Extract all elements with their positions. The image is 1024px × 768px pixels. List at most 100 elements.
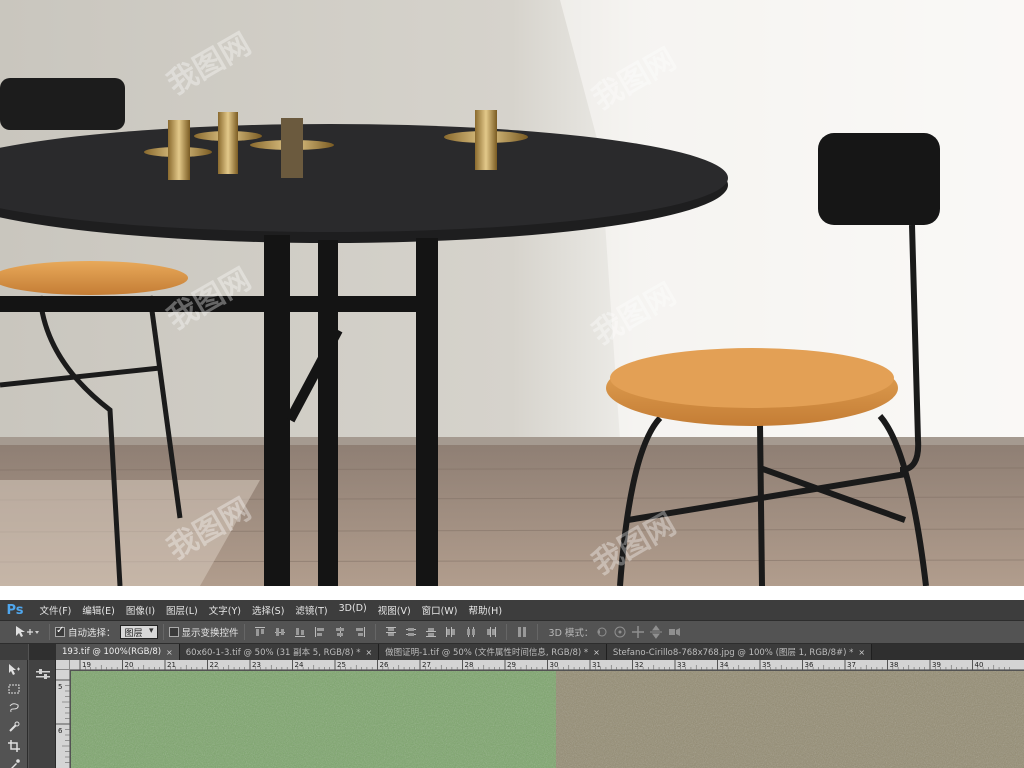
- menu-select[interactable]: 选择(S): [246, 603, 289, 617]
- options-bar: 自动选择： 图层 显示变换控件 3D 模式：: [0, 620, 1024, 644]
- menu-bar: Ps 文件(F) 编辑(E) 图像(I) 图层(L) 文字(Y) 选择(S) 滤…: [0, 600, 1024, 620]
- document-tab-label: 193.tif @ 100%(RGB/8): [62, 647, 162, 657]
- align-bottom-edges-button[interactable]: [293, 625, 307, 639]
- texture-canvas: [71, 671, 1024, 768]
- distribute-left-button[interactable]: [444, 625, 458, 639]
- ruler-label: 34: [720, 661, 729, 669]
- align-top-icon: [254, 627, 265, 636]
- align-vertical-centers-button[interactable]: [273, 625, 287, 639]
- menu-image[interactable]: 图像(I): [120, 603, 160, 617]
- separator: [49, 624, 50, 640]
- close-icon[interactable]: ×: [166, 648, 173, 657]
- dining-scene-illustration: 我图网 我图网 我图网 我图网 我图网 我图网: [0, 0, 1024, 586]
- auto-select-target-dropdown[interactable]: 图层: [119, 625, 158, 639]
- toolbox: [0, 660, 28, 768]
- document-tab-bar: 193.tif @ 100%(RGB/8) × 60x60-1-3.tif @ …: [56, 644, 1024, 660]
- ruler-label: 27: [422, 661, 431, 669]
- tool-move[interactable]: [0, 660, 28, 679]
- panel-button-properties[interactable]: [29, 664, 56, 686]
- align-horizontal-centers-button[interactable]: [333, 625, 347, 639]
- ruler-label: 6: [58, 727, 63, 735]
- document-tab[interactable]: 60x60-1-3.tif @ 50% (31 副本 5, RGB/8) * ×: [179, 644, 380, 660]
- distribute-right-button[interactable]: [484, 625, 498, 639]
- menu-type[interactable]: 文字(Y): [203, 603, 246, 617]
- distribute-top-button[interactable]: [384, 625, 398, 639]
- menu-help[interactable]: 帮助(H): [463, 603, 508, 617]
- auto-select-label: 自动选择：: [68, 628, 116, 639]
- document-tab-label: Stefano-Cirillo8-768x768.jpg @ 100% (图层 …: [612, 648, 854, 658]
- align-top-edges-button[interactable]: [253, 625, 267, 639]
- 3d-mode-label: 3D 模式：: [548, 628, 594, 639]
- tool-lasso[interactable]: [0, 698, 28, 717]
- tool-marquee[interactable]: [0, 679, 28, 698]
- close-icon[interactable]: ×: [365, 648, 372, 657]
- distribute-bottom-icon: [425, 628, 436, 637]
- tool-quick-select[interactable]: [0, 717, 28, 736]
- separator: [536, 624, 538, 640]
- 3d-scale-icon[interactable]: [667, 625, 681, 639]
- ruler-label: 22: [210, 661, 219, 669]
- align-hcenter-icon: [335, 627, 344, 637]
- auto-align-layers-button[interactable]: [515, 625, 529, 639]
- sliders-icon: [35, 669, 50, 679]
- distribute-top-icon: [385, 627, 396, 636]
- ruler-label: 21: [167, 661, 176, 669]
- ruler-label: 20: [125, 661, 134, 669]
- align-left-edges-button[interactable]: [313, 625, 327, 639]
- document-tab[interactable]: 193.tif @ 100%(RGB/8) ×: [56, 644, 180, 660]
- distribute-bottom-button[interactable]: [424, 625, 438, 639]
- menu-view[interactable]: 视图(V): [372, 603, 416, 617]
- ruler-label: 26: [380, 661, 389, 669]
- texture-grain-overlay: [71, 671, 1024, 768]
- menu-edit[interactable]: 编辑(E): [77, 603, 120, 617]
- align-vcenter-icon: [274, 628, 285, 636]
- align-bottom-icon: [294, 628, 305, 637]
- distribute-right-icon: [486, 627, 496, 637]
- auto-select-checkbox[interactable]: [55, 625, 65, 637]
- ruler-origin[interactable]: [56, 660, 70, 670]
- tool-eyedropper[interactable]: [0, 755, 28, 768]
- document-canvas[interactable]: [71, 671, 1024, 768]
- horizontal-ruler[interactable]: 19 20 21 22 23 24 25 26 27 28 29 30 31 32 33 34 35 36 37 38…: [70, 660, 1024, 670]
- lasso-tool-icon: [9, 702, 19, 712]
- auto-select-target-value: 图层: [124, 628, 143, 639]
- 3d-slide-icon[interactable]: [649, 625, 663, 639]
- menu-3d[interactable]: 3D(D): [333, 603, 372, 617]
- tool-crop[interactable]: [0, 736, 28, 755]
- menu-items: 文件(F) 编辑(E) 图像(I) 图层(L) 文字(Y) 选择(S) 滤镜(T…: [34, 603, 508, 617]
- align-right-edges-button[interactable]: [353, 625, 367, 639]
- ruler-label: 37: [847, 661, 856, 669]
- document-tab-label: 60x60-1-3.tif @ 50% (31 副本 5, RGB/8) *: [185, 648, 361, 658]
- close-icon[interactable]: ×: [858, 648, 865, 657]
- photoshop-window: Ps 文件(F) 编辑(E) 图像(I) 图层(L) 文字(Y) 选择(S) 滤…: [0, 600, 1024, 768]
- ruler-label: 39: [932, 661, 941, 669]
- collapsed-panel-strip: [29, 660, 56, 768]
- show-transform-checkbox[interactable]: [168, 627, 179, 637]
- ruler-label: 33: [677, 661, 686, 669]
- 3d-roll-icon[interactable]: [613, 625, 627, 639]
- document-tab[interactable]: Stefano-Cirillo8-768x768.jpg @ 100% (图层 …: [606, 644, 873, 660]
- vertical-ruler[interactable]: 56: [56, 670, 70, 768]
- close-icon[interactable]: ×: [593, 648, 600, 657]
- tool-preset-picker[interactable]: [10, 623, 44, 641]
- ruler-label: 29: [507, 661, 516, 669]
- panel-strip-header: [29, 644, 56, 660]
- ruler-label: 5: [58, 683, 62, 691]
- 3d-rotate-icon[interactable]: [595, 625, 609, 639]
- ruler-label: 38: [890, 661, 899, 669]
- menu-filter[interactable]: 滤镜(T): [290, 603, 333, 617]
- menu-layer[interactable]: 图层(L): [161, 603, 204, 617]
- ruler-label: 30: [550, 661, 559, 669]
- ruler-label: 19: [82, 661, 91, 669]
- separator: [374, 624, 376, 640]
- menu-window[interactable]: 窗口(W): [416, 603, 463, 617]
- menu-file[interactable]: 文件(F): [34, 603, 77, 617]
- distribute-vcenter-button[interactable]: [404, 625, 418, 639]
- distribute-hcenter-button[interactable]: [464, 625, 478, 639]
- horizontal-ruler-ticks: 19 20 21 22 23 24 25 26 27 28 29 30 31 32 33 34 35 36 37 38…: [79, 660, 1010, 670]
- ruler-label: 32: [635, 661, 644, 669]
- align-left-icon: [314, 627, 324, 637]
- toolbox-header: [0, 644, 28, 660]
- document-tab[interactable]: 做图证明-1.tif @ 50% (文件属性时间信息, RGB/8) * ×: [379, 644, 607, 660]
- 3d-pan-icon[interactable]: [631, 625, 645, 639]
